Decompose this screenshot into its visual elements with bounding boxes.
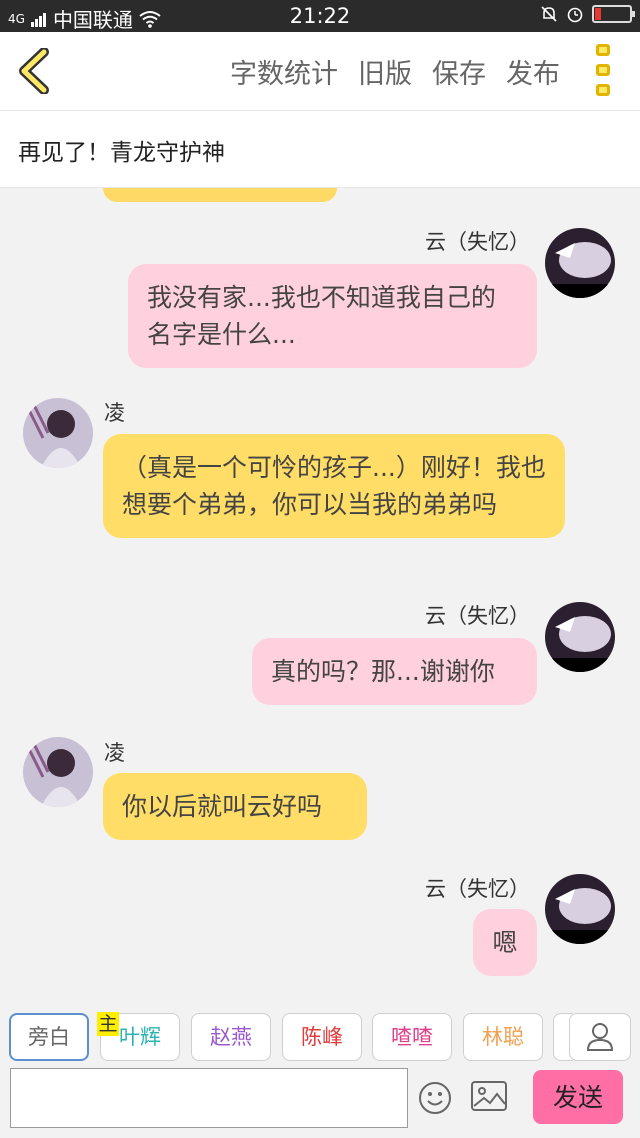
message-bubble[interactable]: 你以后就叫云好吗 [103, 773, 367, 840]
avatar[interactable] [23, 737, 93, 807]
message-bubble[interactable]: 真的吗？那...谢谢你 [252, 638, 537, 705]
sender-name: 云（失忆） [425, 877, 530, 901]
chat-area[interactable]: 云（失忆） 我没有家...我也不知道我自己的名字是什么... 凌 （真是一个可怜… [0, 188, 640, 988]
role-chip-narrator[interactable]: 旁白 [9, 1013, 89, 1061]
avatar[interactable] [23, 398, 93, 468]
story-title[interactable]: 再见了！青龙守护神 [18, 133, 225, 167]
sender-name: 云（失忆） [425, 604, 530, 628]
publish-button[interactable]: 发布 [506, 52, 560, 91]
more-menu-icon[interactable] [596, 44, 614, 96]
back-arrow-icon[interactable] [14, 48, 54, 94]
avatar[interactable] [545, 874, 615, 944]
avatar[interactable] [545, 228, 615, 298]
menu-dot [596, 64, 610, 76]
message-input[interactable] [10, 1068, 408, 1128]
user-icon [586, 1023, 614, 1051]
role-chip-zhaoyan[interactable]: 赵燕 [191, 1013, 271, 1061]
add-role-button[interactable] [569, 1013, 631, 1061]
battery-icon [592, 5, 635, 23]
role-chip-zhazha[interactable]: 喳喳 [372, 1013, 452, 1061]
message-bubble[interactable]: 我没有家...我也不知道我自己的名字是什么... [128, 264, 537, 368]
sender-name: 凌 [104, 741, 125, 765]
main-role-badge: 主 [97, 1012, 119, 1036]
input-bar: 发送 [0, 1066, 640, 1138]
message-bubble[interactable]: 嗯 [473, 909, 537, 976]
old-version-button[interactable]: 旧版 [358, 52, 412, 91]
role-selector: 旁白 叶辉 赵燕 陈峰 喳喳 林聪 [0, 1010, 640, 1066]
role-chip-chenfeng[interactable]: 陈峰 [282, 1013, 362, 1061]
partial-message-bubble [103, 188, 337, 202]
alarm-icon [567, 7, 583, 23]
avatar[interactable] [545, 602, 615, 672]
image-icon[interactable] [470, 1080, 508, 1112]
message-bubble[interactable]: （真是一个可怜的孩子...）刚好！我也想要个弟弟，你可以当我的弟弟吗 [103, 434, 565, 538]
menu-dot [596, 84, 610, 96]
story-title-bar: 再见了！青龙守护神 [0, 111, 640, 188]
role-chip-lincong[interactable]: 林聪 [463, 1013, 543, 1061]
top-actions: 字数统计 旧版 保存 发布 [230, 52, 560, 91]
mute-bell-icon [541, 6, 557, 22]
send-button[interactable]: 发送 [533, 1070, 623, 1124]
word-count-button[interactable]: 字数统计 [230, 52, 338, 91]
emoji-icon[interactable] [418, 1081, 452, 1115]
save-button[interactable]: 保存 [432, 52, 486, 91]
sender-name: 凌 [104, 401, 125, 425]
sender-name: 云（失忆） [425, 230, 530, 254]
top-bar: 字数统计 旧版 保存 发布 [0, 32, 640, 111]
status-bar: 4G 中国联通 21:22 [0, 0, 640, 32]
menu-dot [596, 44, 610, 56]
status-right [540, 5, 635, 23]
